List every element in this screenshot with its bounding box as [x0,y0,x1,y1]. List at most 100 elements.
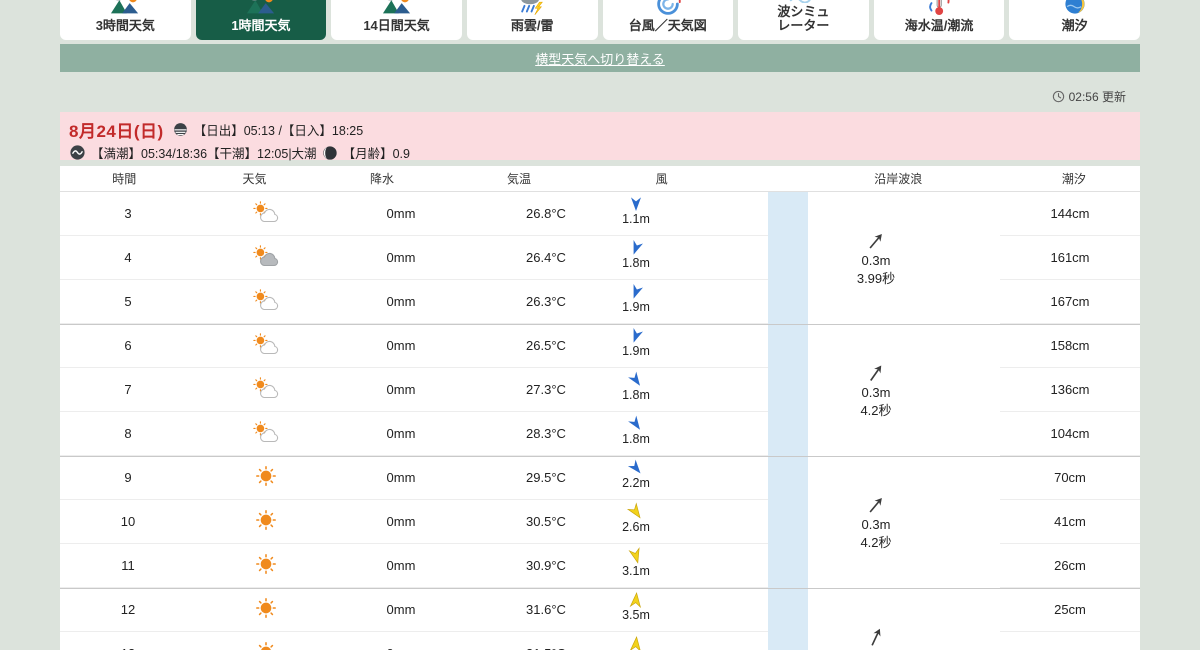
sunrise-sunset-label: 【日出】05:13 /【日入】18:25 [193,124,364,138]
tab-14day-weather[interactable]: 14日間天気 [331,0,462,40]
col-header-tide: 潮汐 [1061,172,1086,186]
tab-sea-temp-current[interactable]: 海水温/潮流 [873,0,1005,40]
weather-cell [196,500,336,543]
sun-cloud-icon [251,288,281,315]
table-row: 7 0mm 27.3°C 1.8m [60,368,768,412]
wave-direction-icon [861,226,892,257]
tab-typhoon-weather-map[interactable]: 台風／天気図 [602,0,734,40]
tab-label: 潮汐 [1061,18,1088,34]
temp-cell: 26.8°C [526,206,566,221]
wind-cell: 2.6m [622,500,768,543]
temp-cell: 30.9°C [526,558,566,573]
wind-value: 1.9m [610,328,662,358]
temp-cell: 29.5°C [526,470,566,485]
weather-icon [110,0,140,18]
precip-cell: 0mm [386,514,416,529]
wave-height-label: 0.3m [861,385,891,400]
wave-direction-icon [861,490,892,521]
wind-value [610,636,662,650]
col-header-wind: 風 [655,172,668,186]
weather-cell [196,544,336,587]
clock-icon [1052,90,1065,103]
sunny-icon [255,465,277,490]
weather-cell [196,456,336,499]
weather-cell [196,632,336,650]
wind-value: 1.1m [610,196,662,226]
wind-cell [626,632,768,650]
tide-cell: 70cm [1000,456,1140,500]
weather-cell [196,236,336,279]
precip-cell: 0mm [386,470,416,485]
tab-wave-simulator[interactable]: 波シミュ レーター [738,0,869,40]
table-row: 6 0mm 26.5°C 1.9m [60,324,768,368]
tide-cell: 158cm [1000,324,1140,368]
temp-cell: 26.4°C [526,250,566,265]
col-header-precip: 降水 [370,172,395,186]
precip-cell: 0mm [336,632,466,650]
wind-value: 2.2m [610,459,662,490]
wave-group: 0.3m 3.99秒 [808,192,1000,324]
precip-cell: 0mm [386,206,416,221]
weather-cell [196,588,336,631]
wind-value: 1.8m [610,240,662,270]
wind-cell: 1.8m [622,236,768,279]
table-header-row: 時間 天気 降水 気温 風 沿岸波浪 潮汐 [60,166,1140,192]
weather-cell [196,280,336,323]
time-cell: 12 [120,602,136,617]
temp-cell: 26.5°C [526,338,566,353]
time-cell: 7 [124,382,132,397]
tab-rain-cloud-lightning[interactable]: 雨雲/雷 [466,0,598,40]
temp-cell: 30.5°C [526,514,566,529]
switch-horizontal-weather-link[interactable]: 横型天気へ切り替える [535,49,665,68]
tide-times-label: 【満潮】05:34/18:36【干潮】12:05|大潮 [91,147,317,161]
switch-banner: 横型天気へ切り替える [60,44,1140,72]
tab-3hour-weather[interactable]: 3時間天気 [60,0,191,40]
date-header-line2: 【満潮】05:34/18:36【干潮】12:05|大潮 【月齢】0.9 [69,143,1131,162]
sunny-icon [255,641,277,650]
tide-cell: 161cm [1000,236,1140,280]
tab-label: 3時間天気 [95,18,155,34]
tab-label: 14日間天気 [363,18,430,34]
tide-cell: 167cm [1000,280,1140,324]
time-cell: 13 [60,632,196,650]
precip-cell: 0mm [386,558,416,573]
wave-period-label: 3.99秒 [856,271,896,286]
wind-cell: 1.8m [622,412,768,455]
wind-speed-label: 2.6m [622,520,650,534]
moon-icon [322,145,338,161]
time-cell: 4 [124,250,132,265]
sun-dark-cloud-icon [251,244,281,271]
wave-icon [69,144,86,161]
wind-direction-icon [627,591,644,609]
wind-cell: 3.5m [622,588,768,631]
time-cell: 10 [120,514,136,529]
tab-1hour-weather[interactable]: 1時間天気 [195,0,327,40]
wave-direction-icon [861,358,892,389]
time-cell: 5 [124,294,132,309]
date-label: 8月24日(日) [69,122,164,141]
table-body: 3 0mm 26.8°C 1.1m 144cm 4 0mm 26.4°C 1.8m 161cm 5 0… [60,192,1140,650]
date-header-line1: 8月24日(日) 【日出】05:13 /【日入】18:25 [69,117,1131,142]
time-cell: 6 [124,338,132,353]
tab-label: 海水温/潮流 [904,18,974,34]
tab-label: 波シミュ レーター [777,3,830,34]
sun-cloud-icon [251,420,281,447]
wind-direction-icon [627,635,644,650]
tide-cell [1000,632,1140,650]
wave-height-bar [768,192,808,650]
sunrise-sunset-icon [172,121,189,138]
sunny-icon [255,597,277,622]
wind-value: 3.1m [610,547,662,578]
tab-label: 台風／天気図 [628,18,707,34]
wind-speed-label: 3.1m [622,564,650,578]
sun-cloud-icon [251,200,281,227]
wind-speed-label: 1.9m [622,344,650,358]
wind-cell: 2.2m [622,456,768,499]
wind-cell: 1.9m [622,324,768,367]
table-row: 3 0mm 26.8°C 1.1m [60,192,768,236]
weather-page: 3時間天気 1時間天気 14日間天気 雨雲/雷 台風／天気図 波シミュ レーター 海水温/潮流… [0,0,1200,650]
time-cell: 11 [121,558,135,573]
tide-cell: 26cm [1000,544,1140,588]
tab-tide[interactable]: 潮汐 [1009,0,1140,40]
precip-cell: 0mm [386,250,416,265]
